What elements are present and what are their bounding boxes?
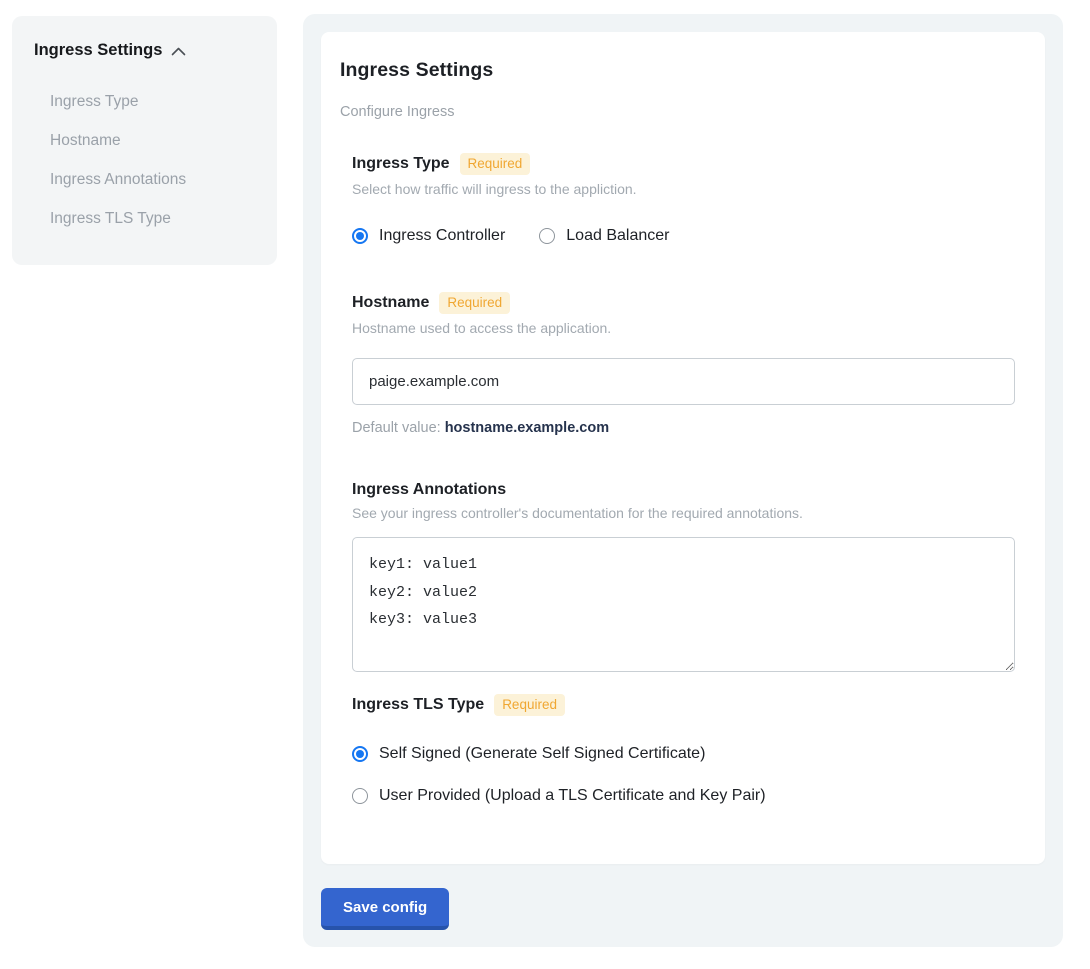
radio-ingress-controller-icon[interactable] [352,228,368,244]
hostname-default-value: Default value: hostname.example.com [352,420,1015,436]
section-ingress-annotations: Ingress Annotations See your ingress con… [352,481,1015,672]
radio-label-load-balancer: Load Balancer [566,227,669,245]
ingress-tls-type-label: Ingress TLS Type [352,696,484,714]
page-subtitle: Configure Ingress [340,104,1015,120]
page-title: Ingress Settings [340,59,1015,82]
sidebar-item-ingress-type[interactable]: Ingress Type [34,82,255,121]
sidebar-item-hostname[interactable]: Hostname [34,121,255,160]
required-badge: Required [494,694,565,716]
hostname-label: Hostname [352,294,429,312]
required-badge: Required [439,292,510,314]
radio-user-provided-icon[interactable] [352,788,368,804]
radio-label-self-signed: Self Signed (Generate Self Signed Certif… [379,745,705,763]
chevron-up-icon [171,47,186,56]
ingress-type-radio-group: Ingress Controller Load Balancer [352,227,1015,245]
default-value-text: hostname.example.com [445,420,609,436]
ingress-annotations-textarea[interactable]: key1: value1 key2: value2 key3: value3 [352,537,1015,672]
radio-option-ingress-controller[interactable]: Ingress Controller [352,227,505,245]
radio-label-ingress-controller: Ingress Controller [379,227,505,245]
section-ingress-tls-type: Ingress TLS Type Required Self Signed (G… [352,694,1015,805]
radio-load-balancer-icon[interactable] [539,228,555,244]
ingress-annotations-label: Ingress Annotations [352,481,506,499]
save-config-button[interactable]: Save config [321,888,449,930]
hostname-description: Hostname used to access the application. [352,320,1015,336]
ingress-settings-card: Ingress Settings Configure Ingress Ingre… [321,32,1045,864]
radio-option-user-provided[interactable]: User Provided (Upload a TLS Certificate … [352,787,1015,805]
settings-panel: Ingress Settings Configure Ingress Ingre… [303,14,1063,947]
sidebar-item-ingress-annotations[interactable]: Ingress Annotations [34,160,255,199]
default-value-label: Default value: [352,420,441,436]
radio-option-load-balancer[interactable]: Load Balancer [539,227,669,245]
sidebar-section-toggle[interactable]: Ingress Settings [34,41,255,60]
hostname-input[interactable] [352,358,1015,405]
radio-self-signed-icon[interactable] [352,746,368,762]
ingress-type-description: Select how traffic will ingress to the a… [352,181,1015,197]
sidebar-item-ingress-tls-type[interactable]: Ingress TLS Type [34,199,255,238]
radio-option-self-signed[interactable]: Self Signed (Generate Self Signed Certif… [352,745,1015,763]
required-badge: Required [460,153,531,175]
settings-sidebar: Ingress Settings Ingress Type Hostname I… [12,16,277,265]
section-hostname: Hostname Required Hostname used to acces… [352,292,1015,436]
section-ingress-type: Ingress Type Required Select how traffic… [352,153,1015,245]
ingress-annotations-description: See your ingress controller's documentat… [352,505,1015,521]
ingress-type-label: Ingress Type [352,155,450,173]
sidebar-title: Ingress Settings [34,41,162,60]
radio-label-user-provided: User Provided (Upload a TLS Certificate … [379,787,766,805]
sidebar-nav: Ingress Type Hostname Ingress Annotation… [34,82,255,238]
